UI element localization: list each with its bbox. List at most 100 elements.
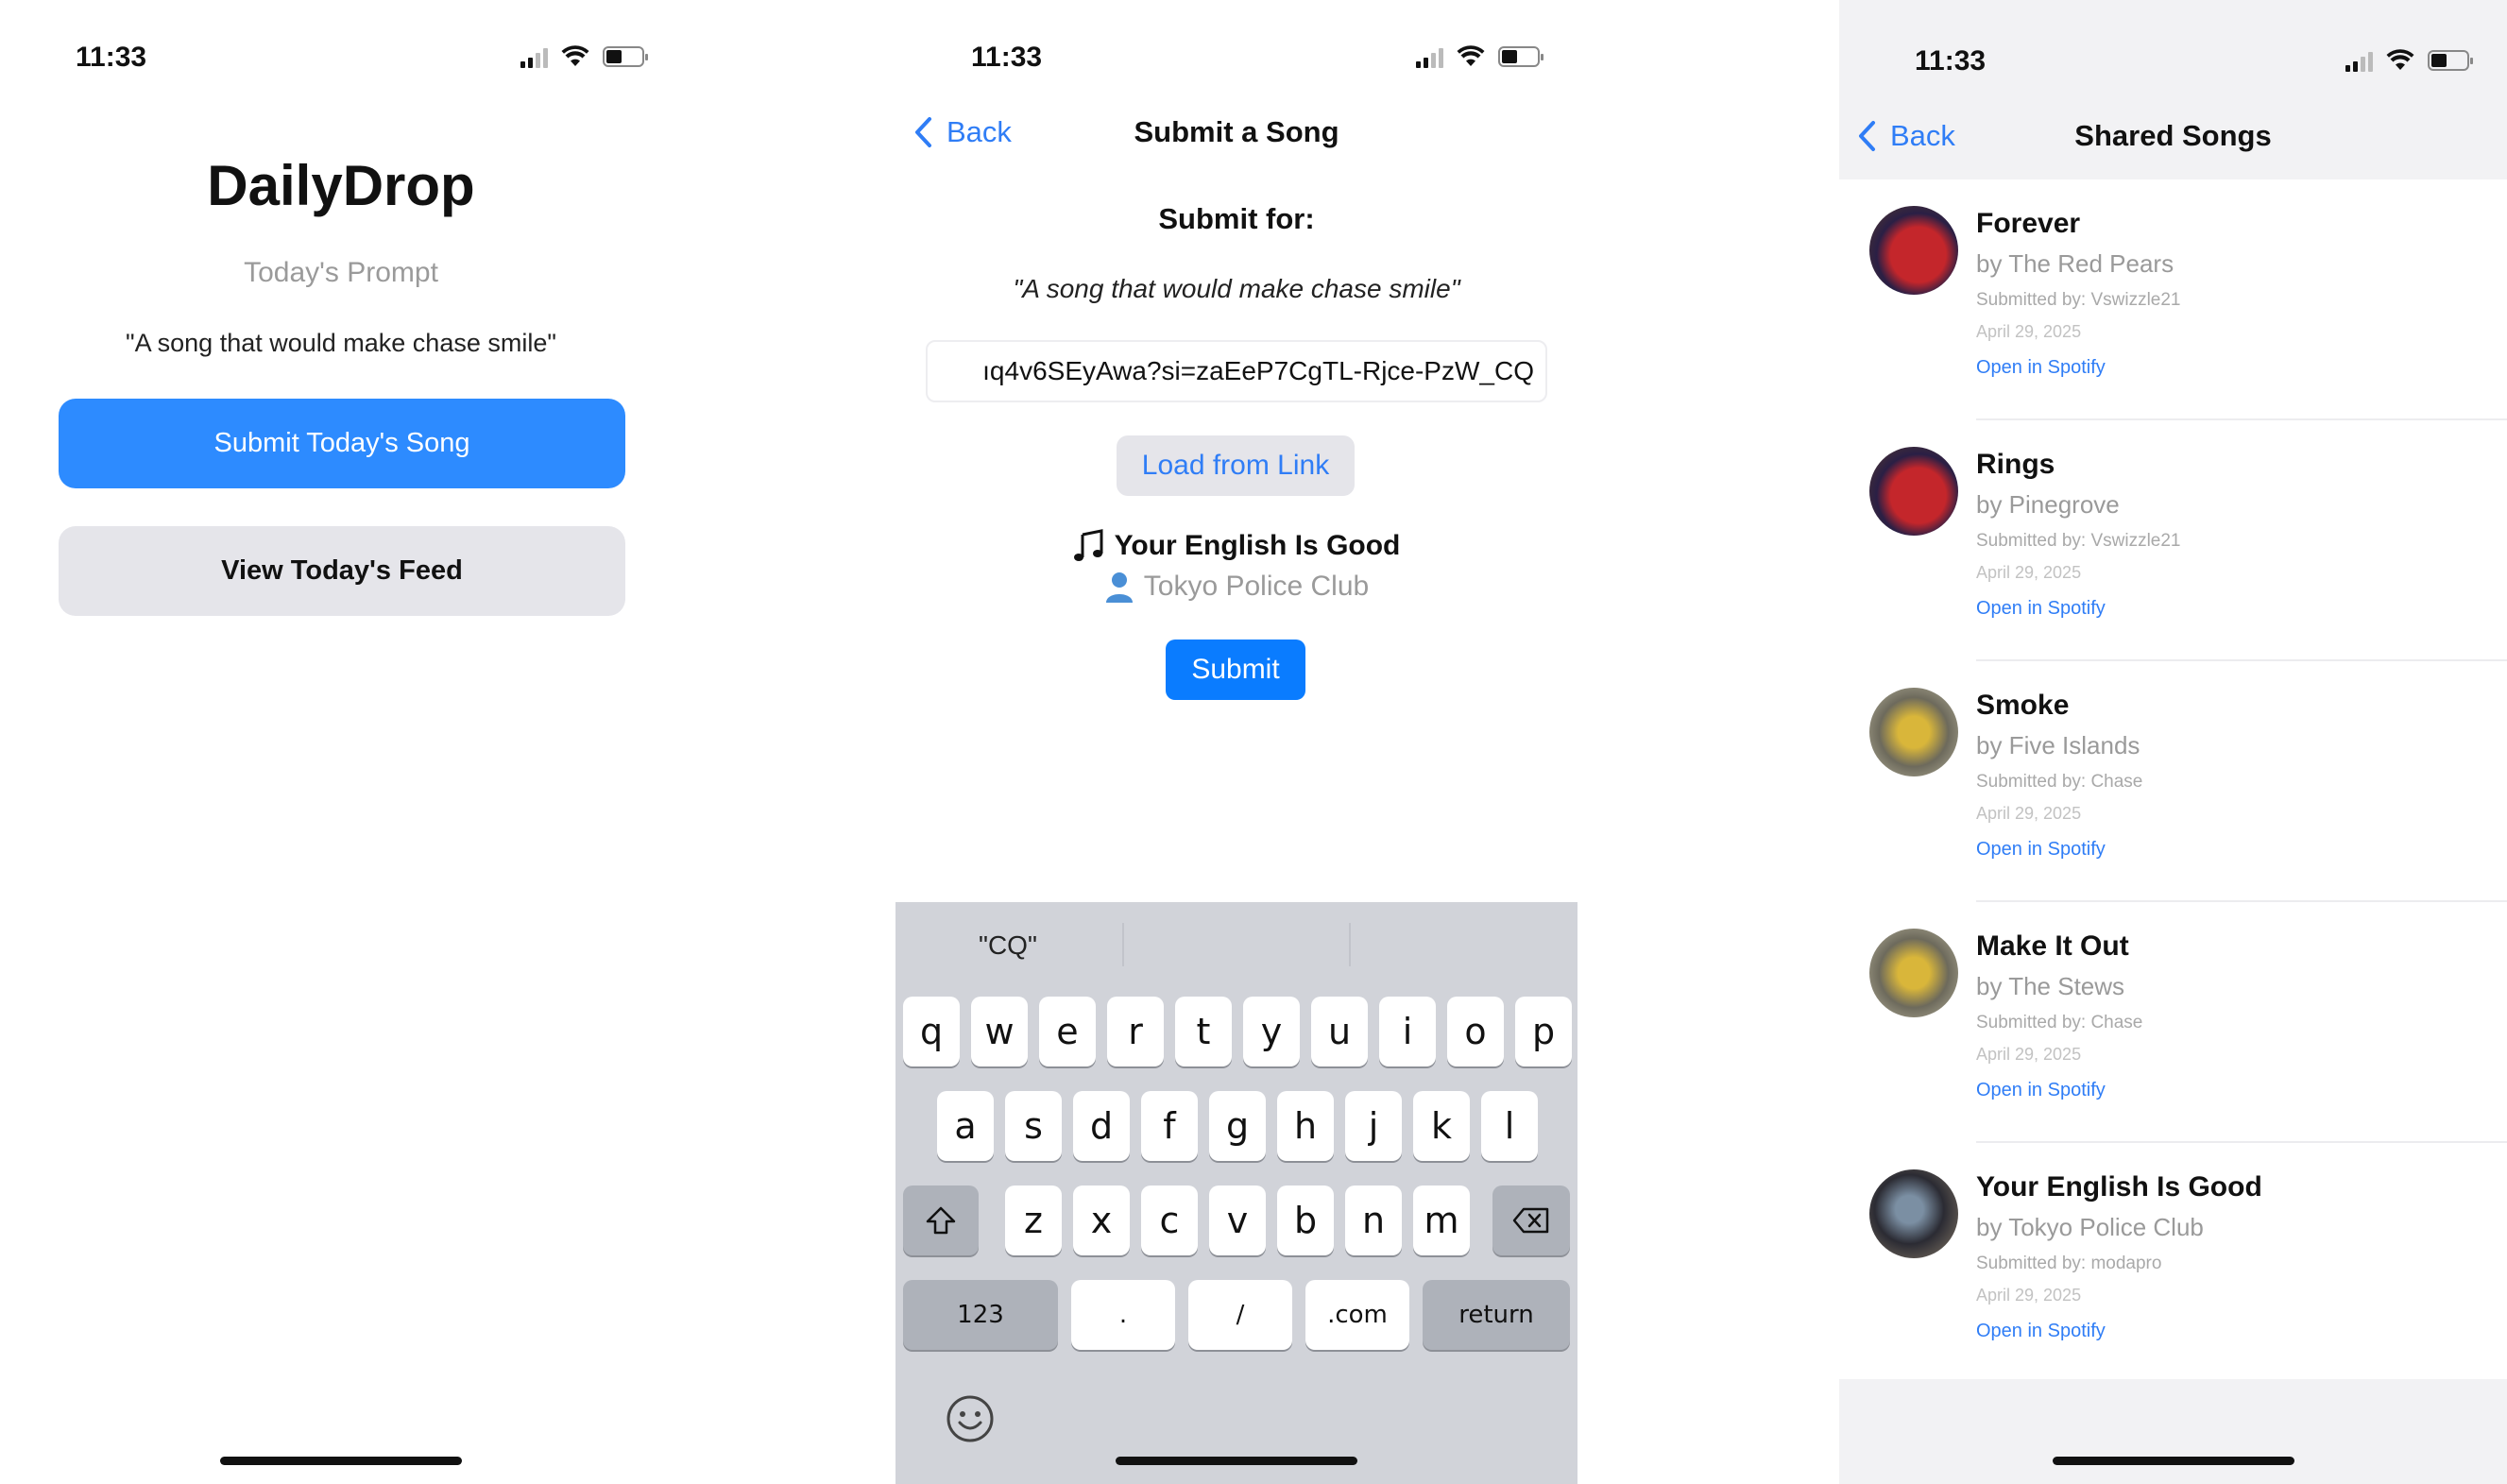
- home-screen: 11:33 DailyDrop Today's Prompt "A song t…: [0, 0, 682, 1484]
- submitted-by: Submitted by: Vswizzle21: [1976, 290, 2181, 310]
- key-u[interactable]: u: [1311, 997, 1368, 1066]
- key-f[interactable]: f: [1141, 1091, 1198, 1161]
- album-art: [1869, 447, 1958, 536]
- submitted-by: Submitted by: modapro: [1976, 1254, 2162, 1273]
- key-c[interactable]: c: [1141, 1185, 1198, 1255]
- open-in-spotify-link[interactable]: Open in Spotify: [1976, 598, 2106, 620]
- status-time: 11:33: [1915, 45, 1987, 77]
- shift-key[interactable]: [903, 1185, 979, 1255]
- view-todays-feed-button[interactable]: View Today's Feed: [59, 526, 625, 616]
- emoji-icon[interactable]: [945, 1393, 996, 1444]
- song-title: Forever: [1976, 208, 2081, 239]
- key-a[interactable]: a: [937, 1091, 994, 1161]
- key-r[interactable]: r: [1107, 997, 1164, 1066]
- song-title: Smoke: [1976, 690, 2070, 721]
- song-artist: by Pinegrove: [1976, 490, 2120, 519]
- wifi-icon: [561, 45, 589, 66]
- key-n[interactable]: n: [1345, 1185, 1402, 1255]
- suggestion-divider: [1122, 923, 1124, 966]
- suggestion-item[interactable]: "CQ": [979, 930, 1037, 961]
- home-indicator[interactable]: [220, 1457, 462, 1465]
- song-title: Make It Out: [1976, 930, 2129, 962]
- song-artist-row: Tokyo Police Club: [895, 571, 1578, 603]
- submit-todays-song-button[interactable]: Submit Today's Song: [59, 399, 625, 488]
- song-artist: by Tokyo Police Club: [1976, 1213, 2204, 1241]
- key-h[interactable]: h: [1277, 1091, 1334, 1161]
- key-q[interactable]: q: [903, 997, 960, 1066]
- submission-date: April 29, 2025: [1976, 322, 2082, 341]
- key-p[interactable]: p: [1515, 997, 1572, 1066]
- submitted-by: Submitted by: Chase: [1976, 1013, 2143, 1032]
- status-bar: 11:33: [0, 42, 682, 79]
- key-v[interactable]: v: [1209, 1185, 1266, 1255]
- status-bar: 11:33: [895, 42, 1578, 79]
- song-row-forever[interactable]: Forever by The Red Pears Submitted by: V…: [1839, 179, 2507, 420]
- nav-bar: Back Shared Songs: [1839, 115, 2507, 162]
- song-row-make-it-out[interactable]: Make It Out by The Stews Submitted by: C…: [1839, 902, 2507, 1143]
- key-k[interactable]: k: [1413, 1091, 1470, 1161]
- key-x[interactable]: x: [1073, 1185, 1130, 1255]
- submission-date: April 29, 2025: [1976, 563, 2082, 582]
- key-o[interactable]: o: [1447, 997, 1504, 1066]
- key-m[interactable]: m: [1413, 1185, 1470, 1255]
- album-art: [1869, 1169, 1958, 1258]
- key-z[interactable]: z: [1005, 1185, 1062, 1255]
- cellular-signal-icon: [2345, 49, 2373, 72]
- status-time: 11:33: [76, 42, 147, 73]
- key-i[interactable]: i: [1379, 997, 1436, 1066]
- keyboard: "CQ" q w e r t y u i o p a s d f g h j k…: [895, 902, 1578, 1484]
- key-l[interactable]: l: [1481, 1091, 1538, 1161]
- open-in-spotify-link[interactable]: Open in Spotify: [1976, 357, 2106, 379]
- person-icon: [1105, 572, 1133, 603]
- open-in-spotify-link[interactable]: Open in Spotify: [1976, 1080, 2106, 1101]
- album-art: [1869, 688, 1958, 776]
- numbers-key[interactable]: 123: [903, 1280, 1058, 1350]
- home-indicator[interactable]: [2052, 1457, 2294, 1465]
- music-note-icon: [1073, 529, 1103, 561]
- key-d[interactable]: d: [1073, 1091, 1130, 1161]
- app-title: DailyDrop: [207, 154, 475, 217]
- battery-icon: [603, 46, 648, 67]
- key-y[interactable]: y: [1243, 997, 1300, 1066]
- backspace-icon: [1512, 1207, 1549, 1234]
- song-row-rings[interactable]: Rings by Pinegrove Submitted by: Vswizzl…: [1839, 420, 2507, 661]
- submit-for-label: Submit for:: [1158, 202, 1315, 235]
- songs-list: Forever by The Red Pears Submitted by: V…: [1839, 179, 2507, 1379]
- song-row-your-english-is-good[interactable]: Your English Is Good by Tokyo Police Clu…: [1839, 1143, 2507, 1384]
- wifi-icon: [2386, 49, 2414, 70]
- key-w[interactable]: w: [971, 997, 1028, 1066]
- status-icons: [520, 45, 648, 68]
- song-title: Your English Is Good: [1114, 530, 1401, 561]
- home-indicator[interactable]: [1116, 1457, 1357, 1465]
- song-artist: by Five Islands: [1976, 731, 2140, 759]
- status-icons: [2345, 49, 2473, 72]
- key-t[interactable]: t: [1175, 997, 1232, 1066]
- submit-button[interactable]: Submit: [1166, 640, 1305, 700]
- delete-key[interactable]: [1492, 1185, 1570, 1255]
- open-in-spotify-link[interactable]: Open in Spotify: [1976, 839, 2106, 861]
- submitted-by: Submitted by: Chase: [1976, 772, 2143, 792]
- submit-prompt-text: "A song that would make chase smile": [1013, 274, 1460, 303]
- album-art: [1869, 929, 1958, 1017]
- song-title: Rings: [1976, 449, 2055, 480]
- submit-song-screen: 11:33 Back Submit a Song Submit for: "A …: [895, 0, 1578, 1484]
- song-title: Your English Is Good: [1976, 1171, 2262, 1203]
- open-in-spotify-link[interactable]: Open in Spotify: [1976, 1321, 2106, 1342]
- cellular-signal-icon: [520, 45, 548, 68]
- key-s[interactable]: s: [1005, 1091, 1062, 1161]
- dotcom-key[interactable]: .com: [1305, 1280, 1409, 1350]
- prompt-text: "A song that would make chase smile": [126, 329, 556, 357]
- period-key[interactable]: .: [1071, 1280, 1175, 1350]
- key-j[interactable]: j: [1345, 1091, 1402, 1161]
- song-row-smoke[interactable]: Smoke by Five Islands Submitted by: Chas…: [1839, 661, 2507, 902]
- key-g[interactable]: g: [1209, 1091, 1266, 1161]
- load-from-link-button[interactable]: Load from Link: [1117, 435, 1355, 496]
- submission-date: April 29, 2025: [1976, 1286, 2082, 1305]
- nav-title: Shared Songs: [2074, 119, 2272, 152]
- key-e[interactable]: e: [1039, 997, 1096, 1066]
- song-link-input[interactable]: [926, 340, 1547, 402]
- key-b[interactable]: b: [1277, 1185, 1334, 1255]
- prompt-label: Today's Prompt: [244, 257, 438, 288]
- slash-key[interactable]: /: [1188, 1280, 1292, 1350]
- return-key[interactable]: return: [1423, 1280, 1570, 1350]
